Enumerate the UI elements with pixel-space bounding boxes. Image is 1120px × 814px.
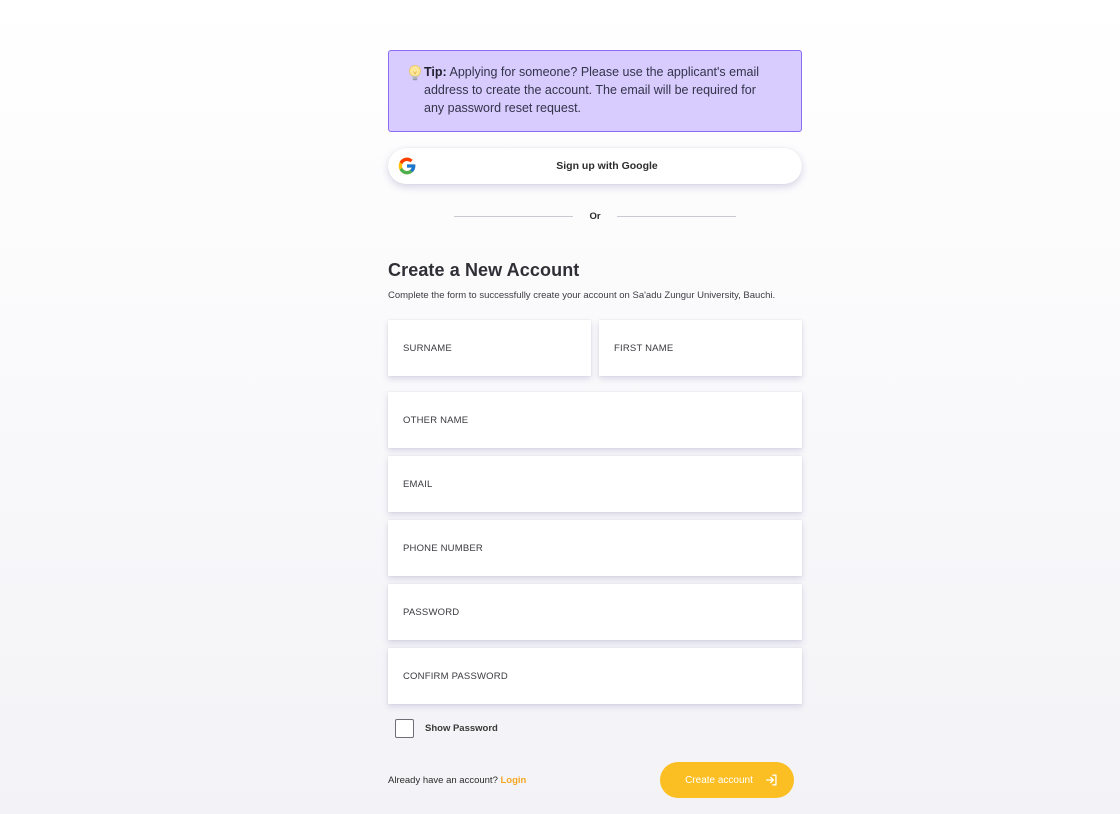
other-name-field[interactable] bbox=[388, 392, 802, 448]
first-name-field[interactable] bbox=[599, 320, 802, 376]
confirm-password-input[interactable] bbox=[403, 670, 802, 682]
or-divider: Or bbox=[388, 208, 802, 224]
have-account-text: Already have an account? Login bbox=[388, 775, 526, 786]
other-name-input[interactable] bbox=[403, 414, 802, 426]
login-link[interactable]: Login bbox=[501, 775, 527, 786]
password-field[interactable] bbox=[388, 584, 802, 640]
divider-line-left bbox=[454, 215, 574, 217]
surname-input[interactable] bbox=[403, 342, 591, 354]
show-password-row: Show Password bbox=[388, 719, 802, 738]
phone-field[interactable] bbox=[388, 520, 802, 576]
page-subtitle: Complete the form to successfully create… bbox=[388, 290, 776, 301]
name-row bbox=[388, 320, 802, 376]
show-password-checkbox[interactable] bbox=[395, 719, 414, 738]
tip-message: Applying for someone? Please use the app… bbox=[424, 65, 759, 115]
first-name-input[interactable] bbox=[614, 342, 802, 354]
sign-in-arrow-icon bbox=[766, 774, 777, 786]
google-signup-button[interactable]: Sign up with Google bbox=[388, 148, 802, 184]
surname-field[interactable] bbox=[388, 320, 591, 376]
have-account-label: Already have an account? bbox=[388, 774, 498, 786]
tip-text: Tip: Applying for someone? Please use th… bbox=[424, 63, 774, 117]
confirm-password-field[interactable] bbox=[388, 648, 802, 704]
tip-label: Tip: bbox=[424, 65, 447, 79]
email-field[interactable] bbox=[388, 456, 802, 512]
divider-text: Or bbox=[589, 210, 601, 222]
email-input[interactable] bbox=[403, 478, 802, 490]
divider-line-right bbox=[616, 215, 736, 217]
signup-container: Tip: Applying for someone? Please use th… bbox=[388, 50, 802, 798]
google-icon bbox=[398, 157, 416, 175]
create-account-button[interactable]: Create account bbox=[660, 762, 794, 798]
lightbulb-icon bbox=[409, 65, 421, 81]
show-password-label[interactable]: Show Password bbox=[425, 723, 498, 734]
phone-input[interactable] bbox=[403, 542, 802, 554]
password-input[interactable] bbox=[403, 606, 802, 618]
page-title: Create a New Account bbox=[388, 260, 580, 280]
google-signup-label: Sign up with Google bbox=[556, 160, 658, 172]
form-footer: Already have an account? Login Create ac… bbox=[388, 762, 802, 798]
tip-banner: Tip: Applying for someone? Please use th… bbox=[388, 50, 802, 132]
create-account-label: Create account bbox=[685, 774, 753, 786]
